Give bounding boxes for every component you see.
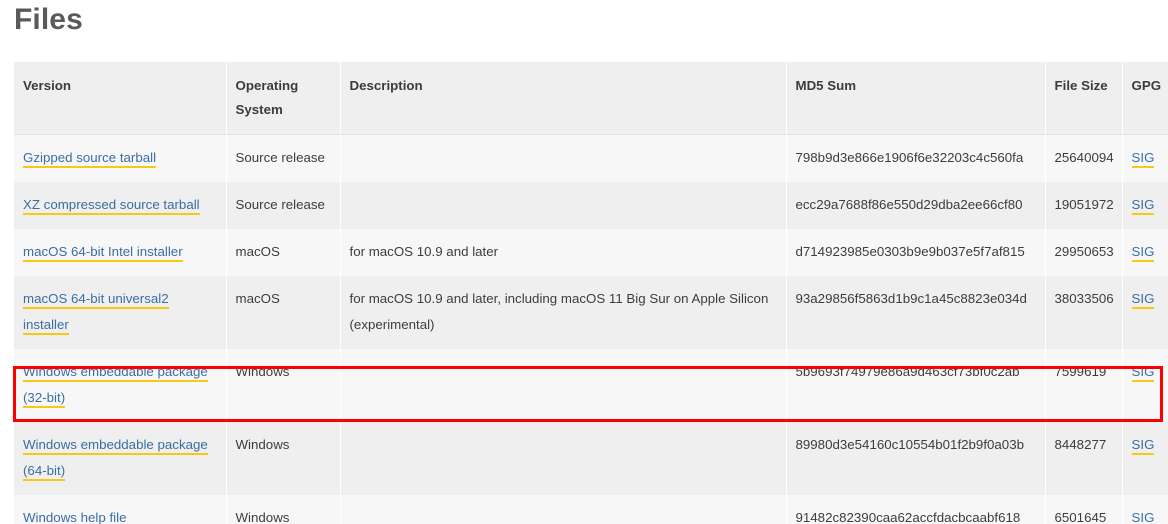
version-download-link[interactable]: macOS 64-bit universal2 installer (23, 291, 169, 335)
cell-gpg: SIG (1122, 182, 1168, 229)
cell-operating-system: macOS (226, 276, 341, 349)
table-row: Windows help file Windows 91482c82390caa62… (14, 495, 1168, 524)
cell-file-size: 7599619 (1045, 349, 1123, 422)
cell-description (340, 134, 787, 182)
cell-description (340, 495, 787, 524)
table-row: Windows embeddable package (32-bit) Windo… (14, 349, 1168, 422)
gpg-sig-link[interactable]: SIG (1131, 197, 1155, 215)
table-row: macOS 64-bit universal2 installer macOS fo… (14, 276, 1168, 349)
version-download-link[interactable]: Gzipped source tarball (23, 150, 157, 168)
table-row: Gzipped source tarball Source release 798b… (14, 134, 1168, 182)
version-download-link[interactable]: macOS 64-bit Intel installer (23, 244, 183, 262)
cell-gpg: SIG (1122, 229, 1168, 276)
cell-operating-system: Source release (226, 134, 341, 182)
cell-operating-system: Source release (226, 182, 341, 229)
gpg-sig-link[interactable]: SIG (1131, 437, 1155, 455)
table-body: Gzipped source tarball Source release 798b… (14, 134, 1168, 524)
cell-description: for macOS 10.9 and later, including macO… (340, 276, 787, 349)
cell-gpg: SIG (1122, 495, 1168, 524)
cell-description (340, 182, 787, 229)
files-table-container: Version Operating System Description MD5… (14, 62, 1168, 524)
cell-version: macOS 64-bit Intel installer (14, 229, 227, 276)
cell-description (340, 349, 787, 422)
cell-operating-system: macOS (226, 229, 341, 276)
cell-version: XZ compressed source tarball (14, 182, 227, 229)
gpg-sig-link[interactable]: SIG (1131, 364, 1155, 382)
cell-file-size: 19051972 (1045, 182, 1123, 229)
cell-file-size: 25640094 (1045, 134, 1123, 182)
column-header-filesize[interactable]: File Size (1045, 62, 1123, 135)
table-row: Windows embeddable package (64-bit) Windo… (14, 422, 1168, 495)
cell-md5-sum: 5b9693f74979e86a9d463cf73bf0c2ab (786, 349, 1046, 422)
files-table: Version Operating System Description MD5… (14, 62, 1168, 524)
cell-gpg: SIG (1122, 276, 1168, 349)
version-download-link[interactable]: Windows embeddable package (64-bit) (23, 437, 208, 481)
table-header-row: Version Operating System Description MD5… (14, 62, 1168, 135)
cell-operating-system: Windows (226, 422, 341, 495)
cell-operating-system: Windows (226, 495, 341, 524)
cell-gpg: SIG (1122, 349, 1168, 422)
cell-file-size: 6501645 (1045, 495, 1123, 524)
column-header-description[interactable]: Description (340, 62, 787, 135)
cell-version: macOS 64-bit universal2 installer (14, 276, 227, 349)
cell-md5-sum: 89980d3e54160c10554b01f2b9f0a03b (786, 422, 1046, 495)
cell-description (340, 422, 787, 495)
cell-md5-sum: 91482c82390caa62accfdacbcaabf618 (786, 495, 1046, 524)
cell-version: Windows embeddable package (64-bit) (14, 422, 227, 495)
cell-version: Gzipped source tarball (14, 134, 227, 182)
column-header-os[interactable]: Operating System (226, 62, 341, 135)
gpg-sig-link[interactable]: SIG (1131, 510, 1155, 524)
version-download-link[interactable]: XZ compressed source tarball (23, 197, 200, 215)
version-download-link[interactable]: Windows help file (23, 510, 127, 524)
column-header-gpg[interactable]: GPG (1122, 62, 1168, 135)
column-header-md5[interactable]: MD5 Sum (786, 62, 1046, 135)
table-row: XZ compressed source tarball Source relea… (14, 182, 1168, 229)
cell-operating-system: Windows (226, 349, 341, 422)
cell-md5-sum: 93a29856f5863d1b9c1a45c8823e034d (786, 276, 1046, 349)
version-download-link[interactable]: Windows embeddable package (32-bit) (23, 364, 208, 408)
table-header: Version Operating System Description MD5… (14, 62, 1168, 135)
cell-gpg: SIG (1122, 422, 1168, 495)
gpg-sig-link[interactable]: SIG (1131, 291, 1155, 309)
table-row: macOS 64-bit Intel installer macOS for mac… (14, 229, 1168, 276)
page-title: Files (14, 3, 83, 36)
cell-version: Windows help file (14, 495, 227, 524)
cell-file-size: 38033506 (1045, 276, 1123, 349)
cell-file-size: 8448277 (1045, 422, 1123, 495)
cell-md5-sum: 798b9d3e866e1906f6e32203c4c560fa (786, 134, 1046, 182)
cell-md5-sum: d714923985e0303b9e9b037e5f7af815 (786, 229, 1046, 276)
cell-gpg: SIG (1122, 134, 1168, 182)
column-header-version[interactable]: Version (14, 62, 227, 135)
cell-version: Windows embeddable package (32-bit) (14, 349, 227, 422)
gpg-sig-link[interactable]: SIG (1131, 244, 1155, 262)
cell-file-size: 29950653 (1045, 229, 1123, 276)
files-page: Files Version Operating System Descripti… (0, 0, 1168, 524)
gpg-sig-link[interactable]: SIG (1131, 150, 1155, 168)
cell-description: for macOS 10.9 and later (340, 229, 787, 276)
cell-md5-sum: ecc29a7688f86e550d29dba2ee66cf80 (786, 182, 1046, 229)
